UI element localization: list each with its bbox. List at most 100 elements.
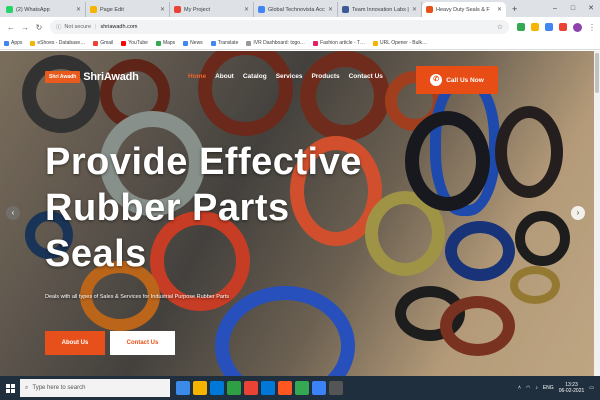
bookmark-item[interactable]: Maps: [155, 40, 175, 46]
taskbar-app-icon[interactable]: [227, 381, 241, 395]
taskbar-search[interactable]: ⌕ Type here to search: [20, 379, 170, 397]
reload-icon[interactable]: ↻: [32, 23, 46, 32]
taskbar-app-icon[interactable]: [278, 381, 292, 395]
bookmark-favicon-icon: [210, 40, 216, 46]
bookmark-favicon-icon: [246, 40, 252, 46]
tab-favicon-icon: [6, 6, 13, 13]
nav-item-services[interactable]: Services: [276, 73, 303, 80]
tab-close-icon[interactable]: ✕: [328, 6, 333, 13]
bookmark-item[interactable]: eShoes - Database…: [30, 40, 85, 46]
bookmark-label: IVR Dashboard: togo…: [253, 40, 306, 46]
browser-tab[interactable]: Global Technovista Acc ✕: [254, 2, 338, 17]
notification-icon[interactable]: ▭: [589, 385, 594, 391]
tab-close-icon[interactable]: ✕: [497, 6, 502, 13]
address-bar[interactable]: ⓘ Not secure | shriawadh.com ☆: [49, 20, 509, 34]
new-tab-icon[interactable]: +: [506, 2, 523, 17]
wifi-icon[interactable]: ◠: [526, 385, 530, 391]
extension-icon[interactable]: [516, 23, 525, 31]
profile-avatar[interactable]: [572, 22, 582, 32]
tab-close-icon[interactable]: ✕: [160, 6, 165, 13]
bookmark-item[interactable]: YouTube: [121, 40, 148, 46]
call-us-button[interactable]: ✆ Call Us Now: [416, 66, 498, 94]
extension-icon[interactable]: [558, 23, 567, 31]
volume-icon[interactable]: ♪: [535, 385, 538, 391]
tab-title: Team Innovation Labs |: [352, 6, 409, 13]
extension-icon[interactable]: [530, 23, 539, 31]
page-scrollbar[interactable]: [594, 51, 600, 376]
taskbar-apps: [176, 381, 343, 395]
windows-start-icon[interactable]: [0, 376, 20, 400]
bookmark-label: Translate: [217, 40, 239, 46]
security-label: Not secure: [64, 24, 92, 30]
bookmark-favicon-icon: [183, 40, 189, 46]
nav-item-contact-us[interactable]: Contact Us: [349, 73, 383, 80]
logo-badge: Shri Awadh: [45, 71, 81, 83]
about-us-button[interactable]: About Us: [45, 331, 105, 355]
bookmark-item[interactable]: Apps: [4, 40, 22, 46]
nav-item-products[interactable]: Products: [311, 73, 339, 80]
maximize-icon[interactable]: □: [564, 0, 582, 17]
taskbar-app-icon[interactable]: [244, 381, 258, 395]
slider-next-icon[interactable]: ›: [571, 206, 585, 220]
taskbar-app-icon[interactable]: [295, 381, 309, 395]
bookmark-star-icon[interactable]: ☆: [497, 23, 503, 31]
bookmark-favicon-icon: [93, 40, 99, 46]
nav-item-about[interactable]: About: [215, 73, 234, 80]
windows-taskbar: ⌕ Type here to search ˄ ◠ ♪ ENG 13:23 06…: [0, 376, 600, 400]
bookmark-favicon-icon: [155, 40, 161, 46]
bookmark-label: Fashion article - T…: [320, 40, 365, 46]
chevron-up-icon[interactable]: ˄: [518, 385, 521, 391]
bookmark-item[interactable]: URL Opener - Bulk…: [372, 40, 427, 46]
bookmark-favicon-icon: [372, 40, 378, 46]
taskbar-app-icon[interactable]: [193, 381, 207, 395]
taskbar-app-icon[interactable]: [176, 381, 190, 395]
bookmark-label: News: [190, 40, 203, 46]
logo-text: ShriAwadh: [83, 71, 139, 83]
tab-close-icon[interactable]: ✕: [412, 6, 417, 13]
browser-tab[interactable]: (2) WhatsApp ✕: [2, 2, 86, 17]
browser-tab[interactable]: My Project ✕: [170, 2, 254, 17]
tab-close-icon[interactable]: ✕: [244, 6, 249, 13]
minimize-icon[interactable]: –: [546, 0, 564, 17]
extension-icon[interactable]: [544, 23, 553, 31]
bookmark-item[interactable]: IVR Dashboard: togo…: [246, 40, 305, 46]
nav-item-home[interactable]: Home: [188, 73, 206, 80]
slider-prev-icon[interactable]: ‹: [6, 206, 20, 220]
site-nav: Home About Catalog Services Products Contact …: [188, 73, 383, 80]
bookmark-item[interactable]: News: [183, 40, 203, 46]
language-indicator[interactable]: ENG: [543, 385, 554, 391]
tab-favicon-icon: [258, 6, 265, 13]
info-icon[interactable]: ⓘ: [56, 23, 62, 31]
nav-item-catalog[interactable]: Catalog: [243, 73, 267, 80]
url-text[interactable]: shriawadh.com: [100, 24, 137, 30]
tab-title: Global Technovista Acc: [268, 6, 325, 13]
tab-close-icon[interactable]: ✕: [76, 6, 81, 13]
taskbar-app-icon[interactable]: [312, 381, 326, 395]
tab-title: (2) WhatsApp: [16, 6, 50, 13]
bookmark-item[interactable]: Fashion article - T…: [313, 40, 365, 46]
bookmark-label: eShoes - Database…: [37, 40, 86, 46]
phone-icon: ✆: [430, 74, 443, 86]
tab-favicon-icon: [342, 6, 349, 13]
taskbar-app-icon[interactable]: [329, 381, 343, 395]
browser-tab[interactable]: Heavy Duty Seals & F ✕: [422, 2, 506, 17]
back-icon[interactable]: ←: [4, 23, 18, 32]
bookmark-item[interactable]: Gmail: [93, 40, 113, 46]
menu-kebab-icon[interactable]: ⋮: [588, 23, 596, 32]
contact-us-button[interactable]: Contact Us: [110, 331, 175, 355]
bookmark-favicon-icon: [313, 40, 319, 46]
browser-tab[interactable]: Page Edit ✕: [86, 2, 170, 17]
bookmark-label: Apps: [11, 40, 23, 46]
clock[interactable]: 13:23 06-02-2021: [559, 382, 585, 394]
taskbar-app-icon[interactable]: [210, 381, 224, 395]
scrollbar-thumb[interactable]: [595, 53, 599, 93]
taskbar-app-icon[interactable]: [261, 381, 275, 395]
site-logo[interactable]: Shri Awadh ShriAwadh: [45, 71, 139, 83]
forward-icon[interactable]: →: [18, 23, 32, 32]
close-window-icon[interactable]: ✕: [582, 0, 600, 17]
system-tray: ˄ ◠ ♪ ENG 13:23 06-02-2021 ▭: [518, 382, 600, 394]
browser-tab[interactable]: Team Innovation Labs | ✕: [338, 2, 422, 17]
tab-favicon-icon: [426, 6, 433, 13]
bookmark-item[interactable]: Translate: [210, 40, 239, 46]
tab-strip: (2) WhatsApp ✕ Page Edit ✕ My Project ✕ Global…: [0, 0, 600, 17]
